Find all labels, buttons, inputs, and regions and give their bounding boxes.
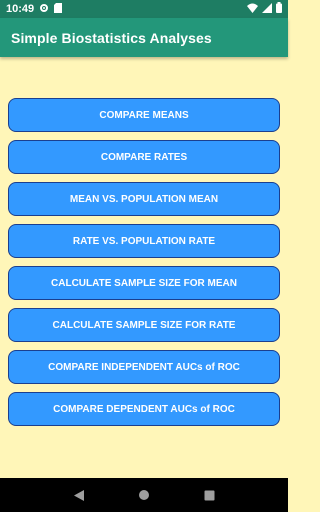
app-bar: Simple Biostatistics Analyses (0, 18, 288, 57)
home-icon[interactable] (132, 483, 156, 507)
status-right (247, 2, 282, 16)
sd-card-icon (54, 2, 63, 16)
sample-size-rate-button[interactable]: CALCULATE SAMPLE SIZE FOR RATE (8, 308, 280, 342)
gear-icon (39, 3, 49, 16)
compare-rates-button[interactable]: COMPARE RATES (8, 140, 280, 174)
menu-button-list: COMPARE MEANS COMPARE RATES MEAN VS. POP… (8, 98, 280, 434)
signal-icon (262, 2, 272, 16)
rate-vs-population-rate-button[interactable]: RATE VS. POPULATION RATE (8, 224, 280, 258)
navigation-bar (0, 478, 288, 512)
mean-vs-population-mean-button[interactable]: MEAN VS. POPULATION MEAN (8, 182, 280, 216)
status-time: 10:49 (6, 3, 35, 15)
wifi-icon (247, 3, 258, 16)
battery-icon (276, 2, 282, 16)
compare-independent-aucs-button[interactable]: COMPARE INDEPENDENT AUCs of ROC (8, 350, 280, 384)
compare-means-button[interactable]: COMPARE MEANS (8, 98, 280, 132)
sample-size-mean-button[interactable]: CALCULATE SAMPLE SIZE FOR MEAN (8, 266, 280, 300)
compare-dependent-aucs-button[interactable]: COMPARE DEPENDENT AUCs of ROC (8, 392, 280, 426)
recents-icon[interactable] (197, 483, 221, 507)
status-left: 10:49 (6, 2, 63, 16)
status-bar: 10:49 (0, 0, 288, 18)
app-title: Simple Biostatistics Analyses (11, 29, 212, 46)
back-icon[interactable] (67, 483, 91, 507)
